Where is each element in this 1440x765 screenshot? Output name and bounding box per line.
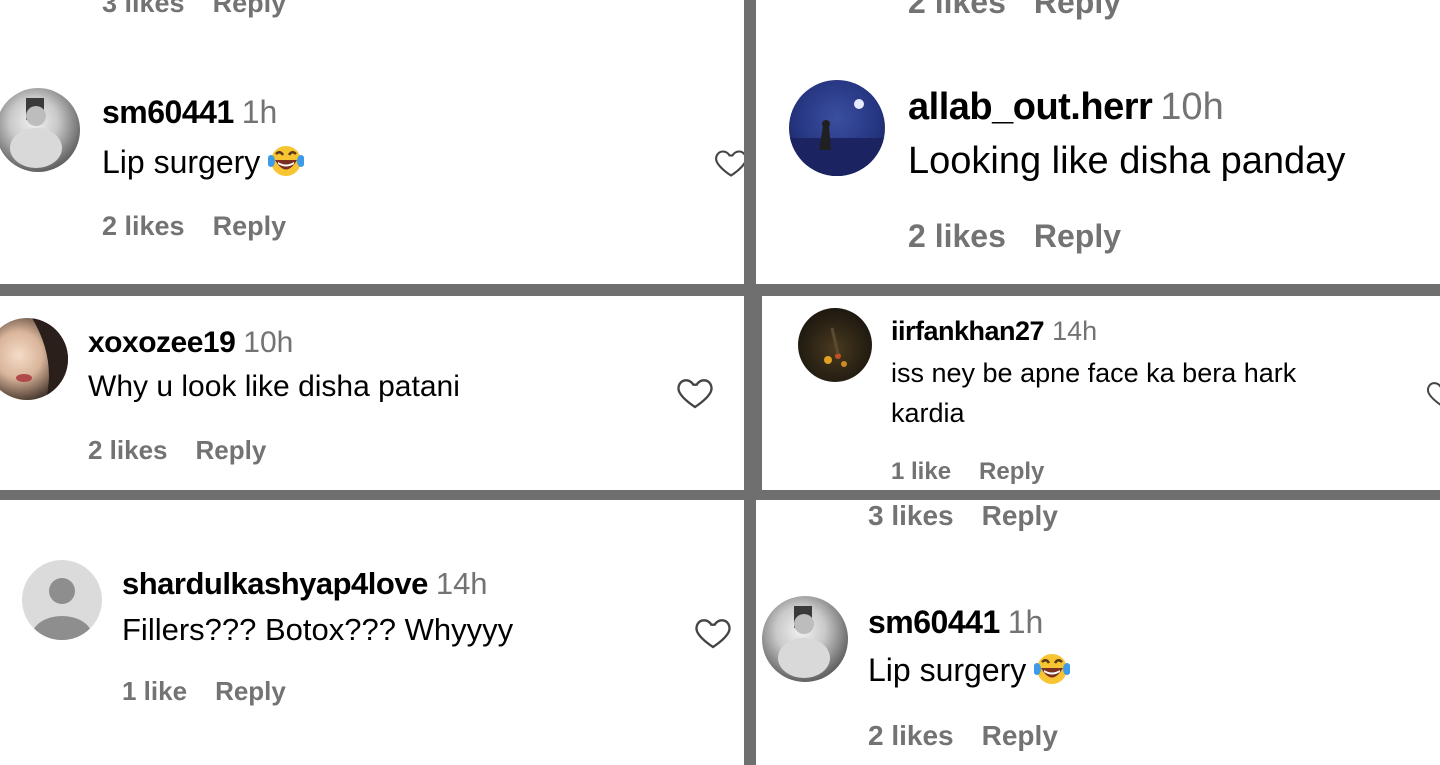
- laughing-tears-emoji-icon: [267, 145, 306, 185]
- comment-text: Fillers??? Botox??? Whyyyy: [122, 612, 513, 648]
- avatar[interactable]: [798, 308, 872, 382]
- comment-text: Lip surgery: [868, 652, 1072, 693]
- username[interactable]: xoxozee19: [88, 326, 236, 359]
- username[interactable]: iirfankhan27: [891, 316, 1045, 346]
- username[interactable]: sm60441: [868, 604, 1000, 640]
- reply-link[interactable]: Reply: [1034, 0, 1121, 20]
- portrait-image: [10, 98, 62, 168]
- comment-panel-bottom-right: 3 likes Reply sm60441 1h Lip surgery 2 lik…: [756, 500, 1440, 765]
- likes-count[interactable]: 1 like: [891, 458, 951, 485]
- comment-panel-mid-right: iirfankhan27 14h iss ney be apne face ka …: [762, 296, 1440, 490]
- comment-text-line-2: kardia: [891, 398, 965, 428]
- timestamp: 14h: [1052, 316, 1098, 346]
- comment-panel-mid-left: xoxozee19 10h Why u look like disha patan…: [0, 296, 744, 490]
- likes-count[interactable]: 1 like: [122, 676, 187, 706]
- reply-link[interactable]: Reply: [982, 720, 1058, 751]
- reply-link[interactable]: Reply: [979, 458, 1044, 485]
- comment-meta: 2 likes Reply: [908, 218, 1149, 255]
- comment-header: iirfankhan27 14h: [891, 316, 1097, 347]
- comment-meta: 2 likes Reply: [868, 720, 1086, 752]
- comment-panel-top-right: 2 likes Reply allab_out.herr 10h Looking l…: [756, 0, 1440, 284]
- timestamp: 10h: [243, 326, 294, 359]
- comment-header: allab_out.herr 10h: [908, 86, 1224, 129]
- comment-body: Why u look like disha patani: [88, 370, 460, 403]
- likes-count[interactable]: 2 likes: [102, 211, 185, 241]
- night-sky-image: [789, 99, 885, 176]
- comment-meta: 2 likes Reply: [88, 435, 294, 466]
- heart-icon[interactable]: [674, 372, 716, 417]
- comment-header: sm60441 1h: [868, 604, 1043, 641]
- reply-link[interactable]: Reply: [1034, 218, 1121, 254]
- reply-link[interactable]: Reply: [215, 676, 286, 706]
- likes-count[interactable]: 2 likes: [868, 720, 954, 751]
- comment-text: Looking like disha panday: [908, 140, 1345, 183]
- comment-body: Fillers??? Botox??? Whyyyy: [122, 612, 514, 647]
- timestamp: 10h: [1160, 86, 1224, 128]
- previous-comment-meta: 3 likes Reply: [102, 0, 314, 19]
- comment-meta: 1 like Reply: [122, 676, 314, 707]
- user-silhouette-icon: [32, 578, 92, 640]
- avatar[interactable]: [0, 318, 68, 400]
- heart-icon[interactable]: [692, 612, 734, 657]
- comment-meta: 1 like Reply: [891, 458, 1072, 486]
- comment-panel-top-left: 3 likes Reply sm60441 1h Lip surgery 2 lik…: [0, 0, 744, 284]
- portrait-image: [16, 318, 68, 400]
- likes-count[interactable]: 3 likes: [868, 500, 954, 531]
- portrait-image: [778, 606, 830, 678]
- timestamp: 1h: [1007, 604, 1044, 640]
- comment-text: Why u look like disha patani: [88, 370, 460, 404]
- comment-header: shardulkashyap4love 14h: [122, 566, 488, 602]
- comment-body: Lip surgery: [868, 652, 1027, 688]
- reply-link[interactable]: Reply: [982, 500, 1058, 531]
- reply-link[interactable]: Reply: [213, 211, 287, 241]
- comment-meta: 2 likes Reply: [102, 211, 314, 242]
- comment-text: Lip surgery: [102, 144, 306, 185]
- comment-body: Lip surgery: [102, 144, 261, 180]
- likes-count[interactable]: 2 likes: [908, 218, 1006, 254]
- likes-count[interactable]: 2 likes: [88, 435, 168, 465]
- likes-count[interactable]: 3 likes: [102, 0, 185, 18]
- heart-icon[interactable]: [712, 144, 744, 185]
- comment-body: Looking like disha panday: [908, 140, 1346, 182]
- previous-comment-meta: 3 likes Reply: [868, 500, 1086, 532]
- dark-scene-image: [824, 327, 847, 367]
- comment-panel-bottom-left: shardulkashyap4love 14h Fillers??? Botox?…: [0, 500, 744, 765]
- likes-count[interactable]: 2 likes: [908, 0, 1006, 20]
- reply-link[interactable]: Reply: [213, 0, 287, 18]
- comment-text-line-1: iss ney be apne face ka bera hark: [891, 358, 1297, 388]
- default-avatar[interactable]: [22, 560, 102, 640]
- username[interactable]: shardulkashyap4love: [122, 566, 428, 601]
- timestamp: 14h: [435, 566, 488, 601]
- avatar[interactable]: [762, 596, 848, 682]
- username[interactable]: allab_out.herr: [908, 86, 1153, 128]
- avatar[interactable]: [789, 80, 885, 176]
- reply-link[interactable]: Reply: [196, 435, 267, 465]
- avatar[interactable]: [0, 88, 80, 172]
- previous-comment-meta: 2 likes Reply: [908, 0, 1149, 21]
- comment-header: xoxozee19 10h: [88, 326, 293, 360]
- laughing-tears-emoji-icon: [1033, 653, 1072, 693]
- timestamp: 1h: [241, 94, 278, 130]
- comment-header: sm60441 1h: [102, 94, 277, 131]
- heart-icon[interactable]: [1424, 376, 1440, 415]
- username[interactable]: sm60441: [102, 94, 234, 130]
